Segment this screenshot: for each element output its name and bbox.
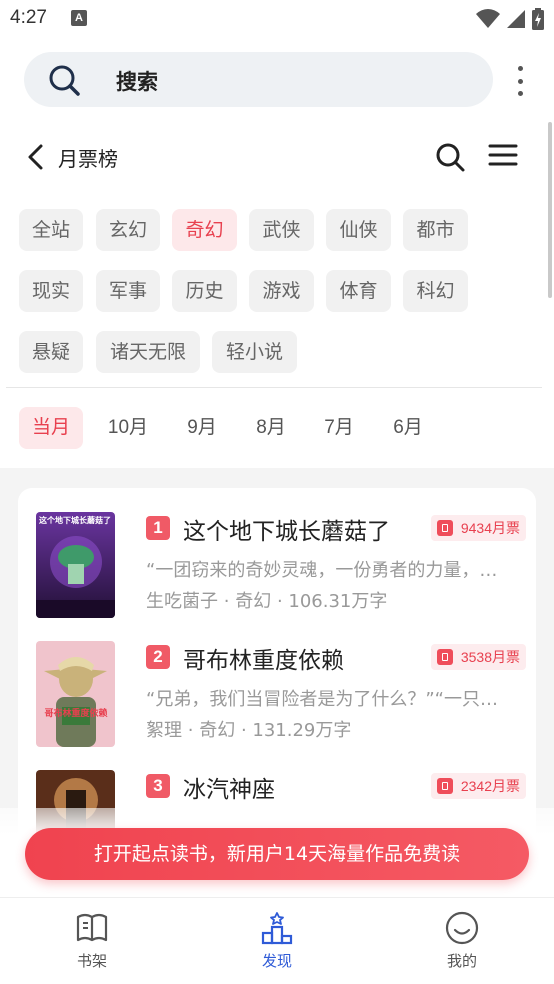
category-chip-selected[interactable]: 奇幻 <box>172 209 237 251</box>
open-app-button[interactable]: 打开起点读书，新用户14天海量作品免费读 <box>25 828 529 880</box>
status-icons <box>476 8 544 30</box>
nav-discover[interactable]: 发现 <box>237 910 317 971</box>
vote-badge: 2342月票 <box>430 773 526 799</box>
book-title: 哥布林重度依赖 <box>183 648 344 674</box>
rank-badge: 2 <box>146 645 170 669</box>
book-icon <box>76 913 108 942</box>
book-author: 絮理 <box>146 720 182 741</box>
month-tab-selected[interactable]: 当月 <box>19 407 83 449</box>
book-meta: 生吃菌子 · 奇幻 · 106.31万字 <box>146 591 388 612</box>
book-genre: 奇幻 <box>235 591 272 612</box>
podium-icon <box>261 912 293 945</box>
nav-label: 发现 <box>261 952 292 970</box>
list-item[interactable]: 这个地下城长蘑菇了 1 这个地下城长蘑菇了 9434月票 “一团窃来的奇妙灵魂，… <box>36 512 526 622</box>
month-tab[interactable]: 7月 <box>311 407 367 449</box>
status-time: 4:27 <box>10 7 47 28</box>
scrollbar[interactable] <box>548 122 552 298</box>
nav-bookshelf[interactable]: 书架 <box>52 910 132 971</box>
cover-title: 这个地下城长蘑菇了 <box>39 516 111 525</box>
category-chip[interactable]: 游戏 <box>249 270 314 312</box>
smile-icon <box>445 911 479 945</box>
vote-badge: 9434月票 <box>430 515 526 541</box>
nav-profile[interactable]: 我的 <box>422 910 502 971</box>
category-chip[interactable]: 历史 <box>172 270 237 312</box>
book-word-count: 106.31万字 <box>288 591 388 612</box>
search-icon <box>49 65 80 96</box>
category-chip[interactable]: 现实 <box>19 270 83 312</box>
month-tab[interactable]: 10月 <box>98 407 158 449</box>
category-chip[interactable]: 仙侠 <box>326 209 391 251</box>
book-title: 冰汽神座 <box>183 777 275 803</box>
category-chip[interactable]: 军事 <box>96 270 160 312</box>
more-options-icon[interactable] <box>512 66 528 96</box>
nav-label: 我的 <box>446 952 477 970</box>
book-author: 生吃菌子 <box>146 591 218 612</box>
category-chip[interactable]: 玄幻 <box>96 209 160 251</box>
category-chip[interactable]: 诸天无限 <box>96 331 200 373</box>
book-title: 这个地下城长蘑菇了 <box>183 519 390 545</box>
notification-icon: A <box>71 10 87 26</box>
book-meta: 絮理 · 奇幻 · 131.29万字 <box>146 720 352 741</box>
menu-icon[interactable] <box>488 143 518 167</box>
divider <box>6 387 542 388</box>
bottom-nav: 书架 发现 我的 <box>0 897 554 984</box>
signal-icon <box>507 10 525 28</box>
category-chip[interactable]: 体育 <box>326 270 391 312</box>
nav-label: 书架 <box>76 952 107 970</box>
cover-title: 哥布林重度依赖 <box>44 709 108 719</box>
back-arrow-icon[interactable] <box>24 143 46 171</box>
ticket-icon <box>436 649 453 665</box>
vote-badge: 3538月票 <box>430 644 526 670</box>
rank-badge: 3 <box>146 774 170 798</box>
ranking-list: 这个地下城长蘑菇了 1 这个地下城长蘑菇了 9434月票 “一团窃来的奇妙灵魂，… <box>18 488 536 848</box>
book-cover[interactable]: 这个地下城长蘑菇了 <box>36 512 115 618</box>
category-chip[interactable]: 轻小说 <box>212 331 297 373</box>
page-title: 月票榜 <box>58 147 118 171</box>
rank-badge: 1 <box>146 516 170 540</box>
ticket-icon <box>436 778 453 794</box>
wifi-icon <box>476 9 500 28</box>
battery-icon <box>532 8 544 30</box>
book-description: “兄弟，我们当冒险者是为了什么？”“一只… <box>146 689 498 710</box>
search-bar[interactable]: 搜索 <box>24 52 493 107</box>
month-tab[interactable]: 6月 <box>380 407 436 449</box>
category-chip[interactable]: 都市 <box>403 209 468 251</box>
category-chip[interactable]: 悬疑 <box>19 331 83 373</box>
search-placeholder: 搜索 <box>116 70 158 94</box>
category-chip[interactable]: 科幻 <box>403 270 468 312</box>
category-chip[interactable]: 全站 <box>19 209 83 251</box>
book-cover[interactable]: 哥布林重度依赖 <box>36 641 115 747</box>
list-item[interactable]: 哥布林重度依赖 2 哥布林重度依赖 3538月票 “兄弟，我们当冒险者是为了什么… <box>36 641 526 751</box>
category-chip[interactable]: 武侠 <box>249 209 314 251</box>
book-genre: 奇幻 <box>199 720 236 741</box>
month-tab[interactable]: 8月 <box>243 407 299 449</box>
status-bar: 4:27 A <box>0 0 554 40</box>
book-description: “一团窃来的奇妙灵魂，一份勇者的力量，… <box>146 560 498 581</box>
book-word-count: 131.29万字 <box>252 720 352 741</box>
search-icon[interactable] <box>434 141 466 173</box>
ticket-icon <box>436 520 453 536</box>
month-tab[interactable]: 9月 <box>174 407 230 449</box>
